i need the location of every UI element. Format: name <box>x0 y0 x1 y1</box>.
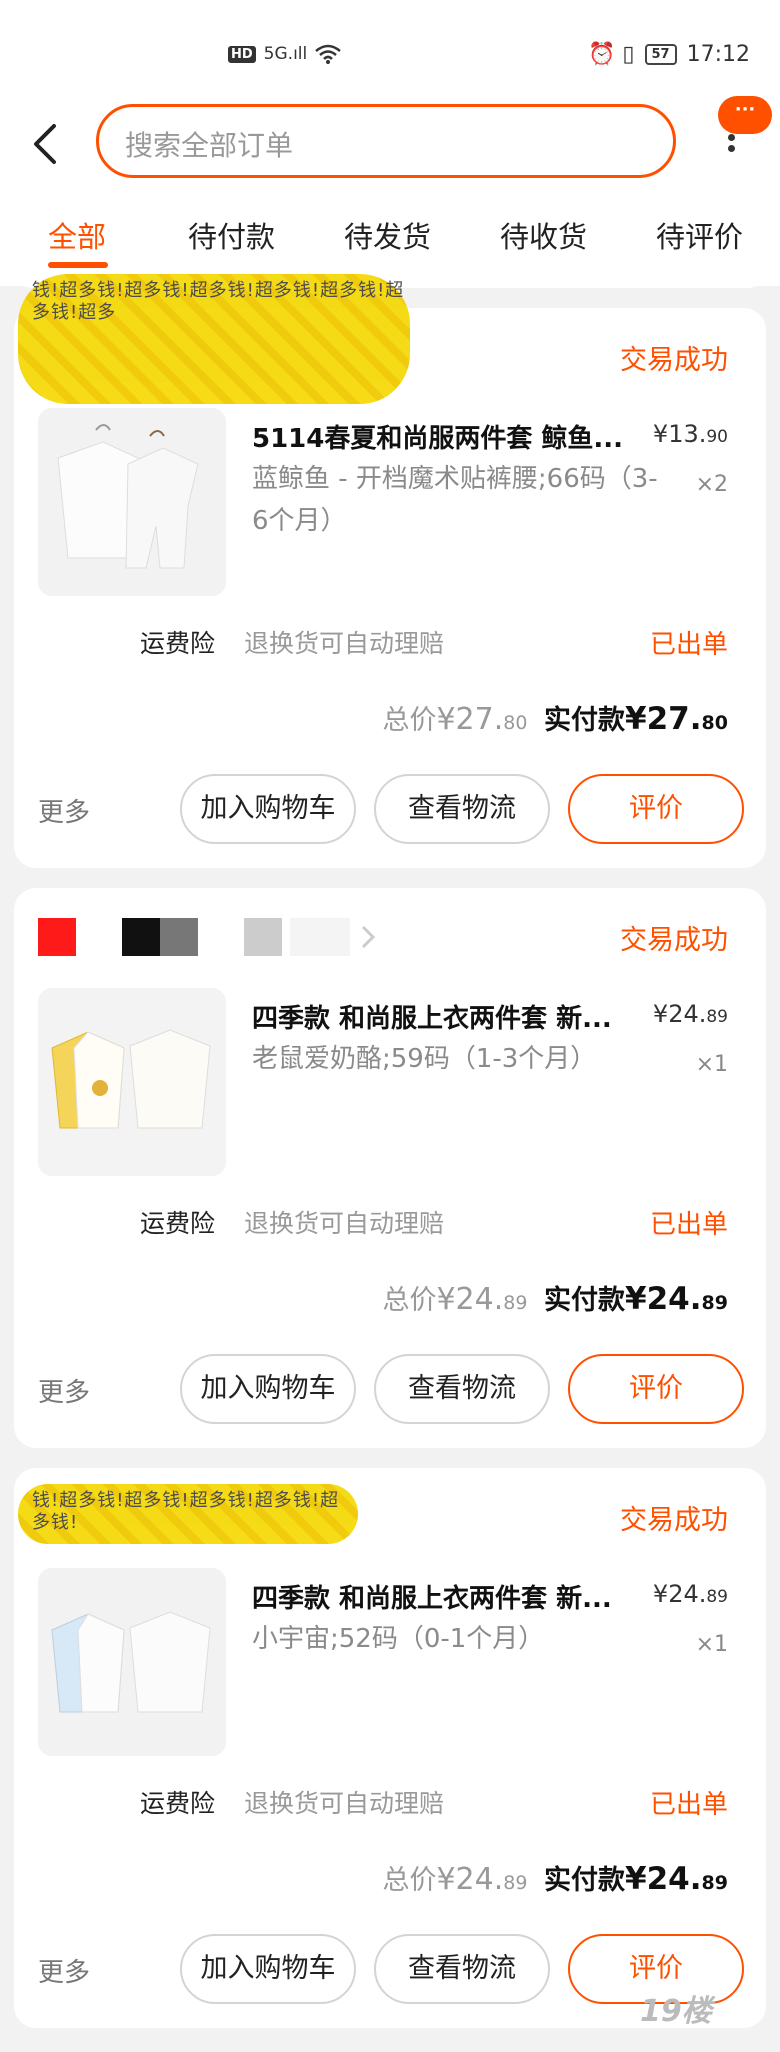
search-input[interactable]: 搜索全部订单 <box>96 104 676 178</box>
product-photo <box>38 1568 226 1756</box>
add-to-cart-button[interactable]: 加入购物车 <box>180 774 356 844</box>
tab-pending-receipt[interactable]: 待收货 <box>500 214 587 256</box>
view-logistics-button[interactable]: 查看物流 <box>374 1934 550 2004</box>
redaction-block <box>38 918 76 956</box>
product-image[interactable] <box>38 988 226 1176</box>
hd-icon: HD <box>228 45 256 63</box>
review-button[interactable]: 评价 <box>568 774 744 844</box>
shipping-insurance-desc: 退换货可自动理赔 <box>244 1789 445 1818</box>
tab-pending-shipment[interactable]: 待发货 <box>344 214 431 256</box>
claim-status: 已出单 <box>649 630 728 660</box>
order-status: 交易成功 <box>620 925 728 956</box>
signal-icon: 5G.ıll <box>263 44 308 64</box>
more-link[interactable]: 更多 <box>38 1372 90 1409</box>
redaction-block <box>290 918 350 956</box>
product-photo <box>38 988 226 1176</box>
add-to-cart-button[interactable]: 加入购物车 <box>180 1354 356 1424</box>
order-card[interactable]: 钱!超多钱!超多钱!超多钱!超多钱!超多钱! 交易成功 四季款 和尚服上衣两件套… <box>14 1468 766 2028</box>
unit-price: ¥24.89 <box>652 1000 728 1028</box>
order-status: 交易成功 <box>620 1505 728 1536</box>
order-totals: 总价¥24.89 实付款¥24.89 <box>382 1861 728 1897</box>
product-title[interactable]: 5114春夏和尚服两件套 鲸鱼... <box>252 418 652 455</box>
view-logistics-button[interactable]: 查看物流 <box>374 774 550 844</box>
redaction-block <box>206 918 236 956</box>
more-link[interactable]: 更多 <box>38 1952 90 1989</box>
redaction-block <box>84 918 114 956</box>
product-sku: 老鼠爱奶酪;59码（1-3个月） <box>252 1044 597 1074</box>
product-image[interactable] <box>38 408 226 596</box>
product-title[interactable]: 四季款 和尚服上衣两件套 新... <box>252 998 652 1035</box>
network-indicators: HD 5G.ıll <box>228 44 342 64</box>
review-button[interactable]: 评价 <box>568 1354 744 1424</box>
product-sku: 蓝鲸鱼 - 开档魔术贴裤腰;66码（3-6个月） <box>252 464 658 536</box>
shipping-insurance-label: 运费险 <box>140 1209 216 1238</box>
chevron-right-icon[interactable] <box>358 923 378 951</box>
order-card[interactable]: 交易成功 四季款 和尚服上衣两件套 新... ¥24.89 老鼠爱奶酪;59码（… <box>14 888 766 1448</box>
shipping-insurance-desc: 退换货可自动理赔 <box>244 1209 445 1238</box>
product-title[interactable]: 四季款 和尚服上衣两件套 新... <box>252 1578 652 1615</box>
tab-active-indicator <box>48 262 108 268</box>
tab-pending-payment[interactable]: 待付款 <box>188 214 275 256</box>
shipping-insurance-label: 运费险 <box>140 1789 216 1818</box>
redaction-block <box>244 918 282 956</box>
more-link[interactable]: 更多 <box>38 792 90 829</box>
redaction-scribble: 钱!超多钱!超多钱!超多钱!超多钱!超多钱! <box>18 1484 358 1544</box>
unit-price: ¥13.90 <box>652 420 728 448</box>
search-placeholder: 搜索全部订单 <box>125 129 294 162</box>
product-sku: 小宇宙;52码（0-1个月） <box>252 1624 545 1654</box>
order-status: 交易成功 <box>620 345 728 376</box>
shipping-insurance-label: 运费险 <box>140 629 216 658</box>
order-totals: 总价¥24.89 实付款¥24.89 <box>382 1281 728 1317</box>
claim-status: 已出单 <box>649 1210 728 1240</box>
view-logistics-button[interactable]: 查看物流 <box>374 1354 550 1424</box>
status-right: ⏰ ▯ 57 17:12 <box>588 42 750 67</box>
header: 搜索全部订单 ··· <box>0 96 780 200</box>
battery-icon: 57 <box>644 44 677 65</box>
claim-status: 已出单 <box>649 1790 728 1820</box>
back-icon[interactable] <box>26 120 66 168</box>
tab-all[interactable]: 全部 <box>48 214 106 256</box>
quantity: ×2 <box>695 472 728 497</box>
status-bar: HD 5G.ıll ⏰ ▯ 57 17:12 <box>0 0 780 100</box>
add-to-cart-button[interactable]: 加入购物车 <box>180 1934 356 2004</box>
quantity: ×1 <box>695 1052 728 1077</box>
alarm-vibrate-icon: ⏰ ▯ <box>588 42 635 67</box>
product-image[interactable] <box>38 1568 226 1756</box>
redaction-scribble: 钱!超多钱!超多钱!超多钱!超多钱!超多钱!超多钱!超多 <box>18 274 410 404</box>
wifi-icon <box>315 44 342 64</box>
unit-price: ¥24.89 <box>652 1580 728 1608</box>
clock: 17:12 <box>686 42 750 67</box>
quantity: ×1 <box>695 1632 728 1657</box>
tab-pending-review[interactable]: 待评价 <box>656 214 743 256</box>
redaction-block <box>122 918 160 956</box>
order-card[interactable]: 钱!超多钱!超多钱!超多钱!超多钱!超多钱!超多钱!超多 交易成功 5114春夏… <box>14 274 766 868</box>
shipping-insurance-desc: 退换货可自动理赔 <box>244 629 445 658</box>
redaction-block <box>160 918 198 956</box>
product-photo <box>38 408 226 596</box>
shop-name-redacted <box>38 918 378 956</box>
message-bubble-icon[interactable]: ··· <box>718 96 772 134</box>
order-totals: 总价¥27.80 实付款¥27.80 <box>382 701 728 737</box>
more-menu-icon[interactable] <box>716 130 746 190</box>
site-watermark: 19楼 <box>640 1994 712 2029</box>
